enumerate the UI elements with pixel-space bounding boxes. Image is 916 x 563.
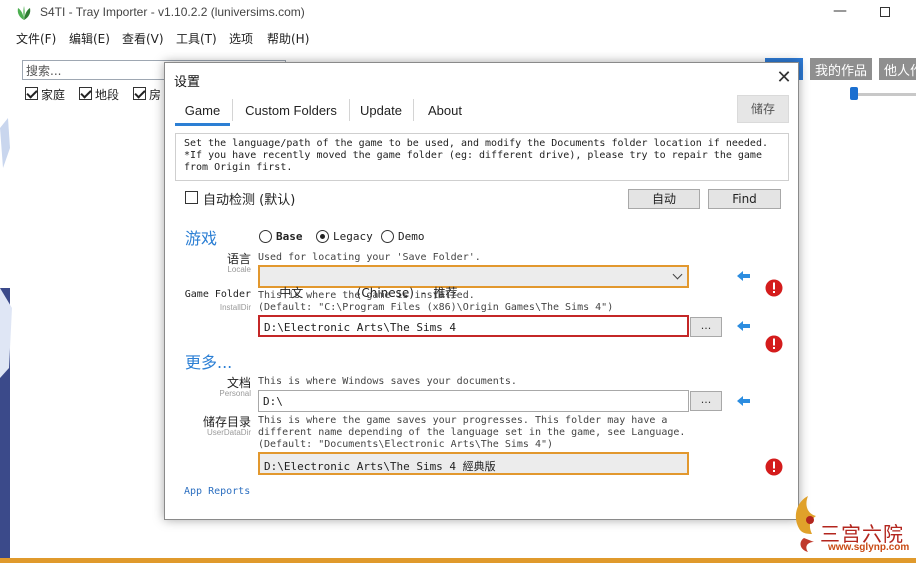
checkbox-unchecked-icon[interactable] (185, 191, 198, 204)
app-reports-link[interactable]: App Reports (184, 486, 250, 497)
others-creations-button[interactable]: 他人作 (879, 58, 916, 80)
active-tab-indicator (175, 123, 230, 126)
radio-label: Base (276, 230, 303, 243)
app-title: S4TI - Tray Importer - v1.10.2.2 (lunive… (40, 5, 305, 19)
menu-help[interactable]: 帮助(H) (267, 30, 309, 47)
arrow-left-icon (737, 271, 750, 281)
description-text: Set the language/path of the game to be … (184, 138, 768, 173)
checkbox-checked-icon[interactable] (79, 87, 92, 100)
settings-dialog: 设置 ✕ Game Custom Folders Update About 储存… (164, 62, 799, 520)
radio-label: Legacy (333, 230, 373, 243)
language-sublabel: Locale (227, 265, 251, 274)
app-logo-icon (17, 6, 31, 20)
user-data-sublabel: UserDataDir (206, 428, 251, 437)
documents-browse-button[interactable]: ... (690, 391, 722, 411)
tab-update[interactable]: Update (352, 97, 410, 125)
checkbox-checked-icon[interactable] (25, 87, 38, 100)
maximize-icon (880, 7, 890, 17)
close-icon[interactable]: ✕ (773, 67, 795, 89)
zoom-slider-track[interactable] (851, 93, 916, 96)
documents-sublabel: Personal (219, 389, 251, 398)
filter-label: 地段 (95, 88, 120, 102)
tab-divider (349, 99, 350, 121)
minimize-button[interactable]: — (828, 3, 852, 23)
title-bar: S4TI - Tray Importer - v1.10.2.2 (lunive… (0, 0, 916, 26)
auto-button[interactable]: 自动 (628, 189, 700, 209)
language-select[interactable]: 中文 (Chinese) - 推荐 (258, 265, 689, 300)
documents-field[interactable]: D:\ (258, 390, 689, 412)
description-panel: Set the language/path of the game to be … (175, 133, 789, 181)
arrow-left-icon (737, 396, 750, 406)
tab-divider (232, 99, 233, 121)
radio-off-icon[interactable] (381, 230, 394, 243)
tab-game[interactable]: Game (175, 97, 230, 125)
tab-divider (413, 99, 414, 121)
game-folder-browse-button[interactable]: ... (690, 317, 722, 337)
menu-tools[interactable]: 工具(T) (176, 30, 217, 47)
maximize-button[interactable] (874, 3, 898, 23)
chevron-down-icon (672, 269, 683, 280)
menu-options[interactable]: 选项 (229, 30, 253, 47)
zoom-slider-thumb[interactable] (850, 87, 858, 100)
filter-label: 家庭 (41, 88, 66, 102)
menu-edit[interactable]: 编辑(E) (69, 30, 110, 47)
game-folder-label: Game Folder (184, 289, 251, 300)
tab-about[interactable]: About (416, 97, 474, 125)
find-button[interactable]: Find (708, 189, 781, 209)
arrow-left-icon (737, 321, 750, 331)
checkbox-checked-icon[interactable] (133, 87, 146, 100)
my-creations-button[interactable]: 我的作品 (810, 58, 873, 80)
user-data-hint: This is where the game saves your progre… (258, 415, 686, 450)
autodetect-label: 自动检测 (默认) (203, 193, 296, 208)
section-more-heading: 更多... (185, 353, 233, 372)
menu-bar: 文件(F) 编辑(E) 查看(V) 工具(T) 选项 帮助(H) (0, 28, 916, 48)
error-icon (765, 458, 783, 476)
radio-on-icon[interactable] (316, 230, 329, 243)
menu-file[interactable]: 文件(F) (16, 30, 56, 47)
filter-label: 房 (149, 88, 162, 102)
bottom-accent-stripe (0, 558, 916, 563)
language-hint: Used for locating your 'Save Folder'. (258, 252, 481, 263)
game-folder-hint: This is where the game is installed. (De… (258, 290, 614, 313)
section-game-heading: 游戏 (185, 229, 218, 248)
user-data-field[interactable]: D:\Electronic Arts\The Sims 4 經典版 (258, 452, 689, 475)
save-button[interactable]: 储存 (737, 95, 789, 123)
radio-off-icon[interactable] (259, 230, 272, 243)
watermark-url: www.sglynp.com (828, 542, 910, 553)
dialog-title: 设置 (174, 75, 201, 90)
game-folder-sublabel: InstallDir (219, 303, 251, 312)
error-icon (765, 279, 783, 297)
radio-label: Demo (398, 230, 425, 243)
error-icon (765, 335, 783, 353)
menu-view[interactable]: 查看(V) (122, 30, 164, 47)
background-art (0, 118, 12, 558)
documents-hint: This is where Windows saves your documen… (258, 376, 517, 387)
tab-custom-folders[interactable]: Custom Folders (235, 97, 347, 125)
game-folder-field[interactable]: D:\Electronic Arts\The Sims 4 (258, 315, 689, 337)
